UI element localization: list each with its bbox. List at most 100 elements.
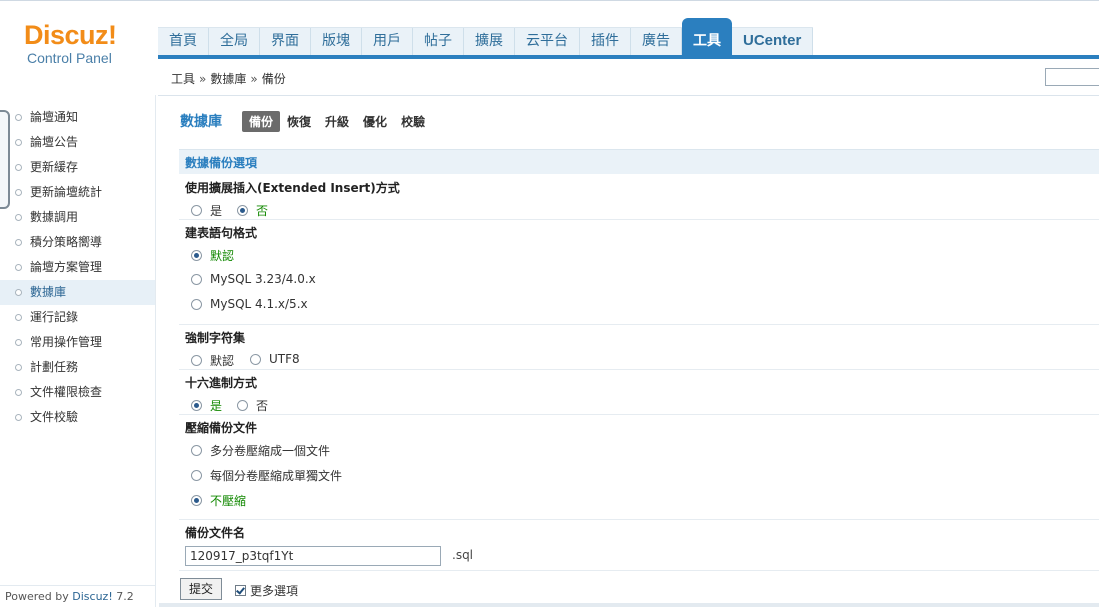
- sidebar-item-label: 更新論壇統計: [30, 185, 103, 199]
- bullet-icon: [15, 114, 22, 121]
- more-options-checkbox[interactable]: 更多選項: [235, 582, 298, 599]
- radio-circle: [191, 470, 202, 481]
- tab-ucenter[interactable]: UCenter: [732, 28, 814, 56]
- bullet-icon: [15, 189, 22, 196]
- sidebar-item-label: 更新緩存: [30, 160, 79, 174]
- field-label-charset: 強制字符集: [185, 331, 246, 345]
- tab-tools[interactable]: 工具: [682, 18, 732, 56]
- radio-extended-no[interactable]: 否: [237, 202, 268, 219]
- tab-interface[interactable]: 界面: [260, 28, 311, 56]
- radio-label: 否: [256, 204, 269, 218]
- sidebar-item-logs[interactable]: 運行記錄: [0, 305, 155, 330]
- submit-button[interactable]: 提交: [180, 578, 222, 600]
- radio-circle: [237, 205, 248, 216]
- tab-ads[interactable]: 廣告: [631, 28, 682, 56]
- radio-circle: [191, 205, 202, 216]
- radio-hex-yes[interactable]: 是: [191, 397, 222, 414]
- radio-syntax-mysql41[interactable]: MySQL 4.1.x/5.x: [191, 297, 308, 311]
- radio-compress-multi[interactable]: 多分卷壓縮成一個文件: [191, 442, 330, 459]
- row-divider: [179, 414, 1099, 415]
- radio-compress-none[interactable]: 不壓縮: [191, 492, 246, 509]
- tab-plugins[interactable]: 插件: [580, 28, 631, 56]
- field-label-compress: 壓縮備份文件: [185, 421, 258, 435]
- sidebar: 論壇通知 論壇公告 更新緩存 更新論壇統計 數據調用 積分策略嚮導 論壇方案管理…: [0, 95, 156, 607]
- field-label-extended-insert: 使用擴展插入(Extended Insert)方式: [185, 181, 400, 195]
- sidebar-item-file-check[interactable]: 文件校驗: [0, 405, 155, 430]
- tab-home[interactable]: 首頁: [158, 28, 209, 56]
- bullet-icon: [15, 264, 22, 271]
- row-divider: [179, 519, 1099, 520]
- radio-extended-yes[interactable]: 是: [191, 202, 222, 219]
- sidebar-item-data-call[interactable]: 數據調用: [0, 205, 155, 230]
- tab-extensions[interactable]: 擴展: [464, 28, 515, 56]
- radio-circle: [191, 298, 202, 310]
- tab-forums[interactable]: 版塊: [311, 28, 362, 56]
- bullet-icon: [15, 139, 22, 146]
- tab-global[interactable]: 全局: [209, 28, 260, 56]
- radio-label: 是: [210, 204, 223, 218]
- sub-nav: 數據庫 備份 恢復 升級 優化 校驗: [180, 110, 432, 132]
- radio-label: 否: [256, 399, 269, 413]
- tab-users[interactable]: 用戶: [362, 28, 413, 56]
- tab-cloud[interactable]: 云平台: [515, 28, 580, 56]
- radio-compress-each[interactable]: 每個分卷壓縮成單獨文件: [191, 467, 342, 484]
- op-check[interactable]: 校驗: [394, 111, 432, 132]
- radio-charset-default[interactable]: 默認: [191, 352, 234, 369]
- bullet-icon: [15, 239, 22, 246]
- sidebar-item-common-ops[interactable]: 常用操作管理: [0, 330, 155, 355]
- main-content: 數據庫 備份 恢復 升級 優化 校驗 數據備份選項 使用擴展插入(Extende…: [159, 96, 1099, 607]
- sidebar-item-cron[interactable]: 計劃任務: [0, 355, 155, 380]
- row-divider: [179, 219, 1099, 220]
- breadcrumb-bar: 工具» 數據庫» 備份: [158, 59, 1099, 96]
- row-divider: [179, 570, 1099, 571]
- filename-input[interactable]: [185, 546, 441, 566]
- checkbox-box: [235, 585, 246, 596]
- logo[interactable]: Discuz! Control Panel: [24, 20, 136, 66]
- bullet-icon: [15, 389, 22, 396]
- section-header: 數據備份選項: [179, 149, 1099, 174]
- breadcrumb: 工具» 數據庫» 備份: [171, 70, 286, 87]
- bullet-icon: [15, 314, 22, 321]
- radio-syntax-mysql323[interactable]: MySQL 3.23/4.0.x: [191, 272, 316, 286]
- sidebar-item-label: 數據庫: [30, 285, 67, 299]
- tab-posts[interactable]: 帖子: [413, 28, 464, 56]
- radio-label: MySQL 4.1.x/5.x: [210, 297, 308, 311]
- sidebar-item-label: 論壇通知: [30, 110, 79, 124]
- radio-circle: [191, 355, 202, 366]
- op-upgrade[interactable]: 升級: [318, 111, 356, 132]
- bottom-rule: [159, 603, 1099, 607]
- sidebar-menu: 論壇通知 論壇公告 更新緩存 更新論壇統計 數據調用 積分策略嚮導 論壇方案管理…: [0, 105, 155, 430]
- sidebar-item-label: 文件權限檢查: [30, 385, 103, 399]
- sidebar-item-database[interactable]: 數據庫: [0, 280, 155, 305]
- more-options-label: 更多選項: [250, 584, 299, 598]
- row-divider: [179, 369, 1099, 370]
- breadcrumb-separator: »: [250, 72, 258, 86]
- quick-search-input[interactable]: [1045, 68, 1099, 86]
- op-restore[interactable]: 恢復: [280, 111, 318, 132]
- sidebar-item-credit-wizard[interactable]: 積分策略嚮導: [0, 230, 155, 255]
- powered-brand-link[interactable]: Discuz!: [72, 590, 112, 603]
- radio-circle: [191, 273, 202, 285]
- powered-prefix: Powered by: [5, 590, 69, 603]
- sidebar-item-update-stats[interactable]: 更新論壇統計: [0, 180, 155, 205]
- radio-syntax-default[interactable]: 默認: [191, 247, 234, 264]
- op-backup[interactable]: 備份: [242, 110, 281, 132]
- radio-hex-no[interactable]: 否: [237, 397, 268, 414]
- sidebar-item-notice[interactable]: 論壇通知: [0, 105, 155, 130]
- field-label-filename: 備份文件名: [185, 526, 246, 540]
- bullet-icon: [15, 164, 22, 171]
- sidebar-item-update-cache[interactable]: 更新緩存: [0, 155, 155, 180]
- radio-charset-utf8[interactable]: UTF8: [250, 352, 300, 366]
- sidebar-item-label: 論壇方案管理: [30, 260, 103, 274]
- section-title: 數據備份選項: [185, 156, 258, 170]
- sidebar-item-announcement[interactable]: 論壇公告: [0, 130, 155, 155]
- breadcrumb-item[interactable]: 工具: [171, 72, 195, 86]
- bullet-icon: [15, 214, 22, 221]
- sidebar-item-scheme[interactable]: 論壇方案管理: [0, 255, 155, 280]
- bullet-icon: [15, 364, 22, 371]
- sidebar-item-label: 計劃任務: [30, 360, 79, 374]
- bullet-icon: [15, 289, 22, 296]
- sidebar-item-file-perms[interactable]: 文件權限檢查: [0, 380, 155, 405]
- breadcrumb-item[interactable]: 數據庫: [210, 72, 246, 86]
- op-optimize[interactable]: 優化: [356, 111, 394, 132]
